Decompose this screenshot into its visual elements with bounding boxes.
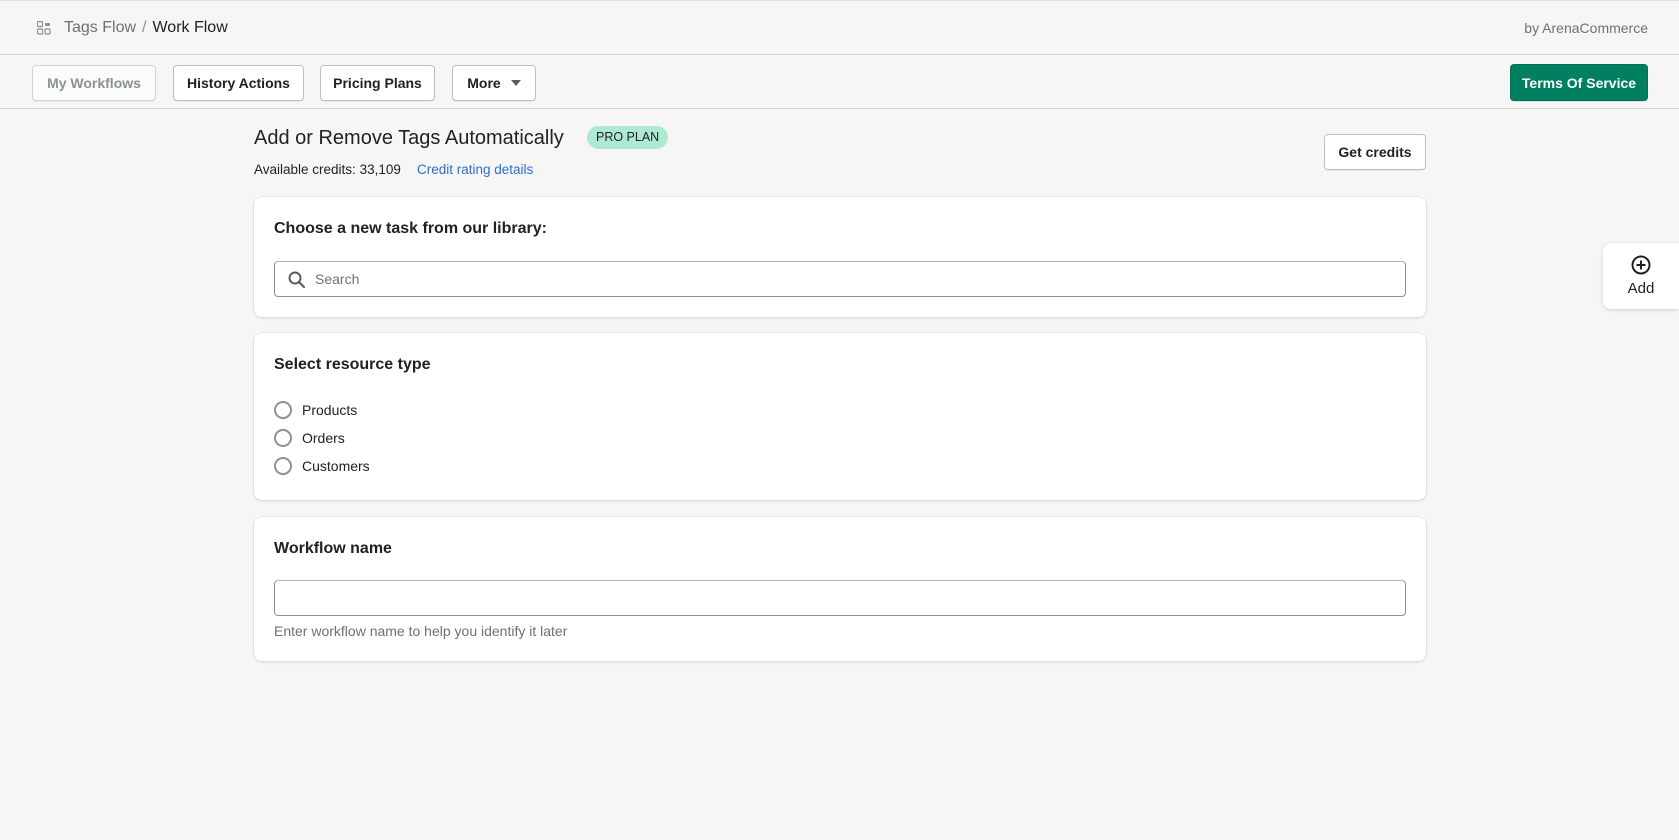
radio-circle[interactable] [274,429,292,447]
pricing-plans-button[interactable]: Pricing Plans [320,65,435,101]
radio-circle[interactable] [274,401,292,419]
resource-type-card: Select resource type Products Orders Cus… [254,333,1426,500]
workflow-name-help-text: Enter workflow name to help you identify… [274,623,568,639]
resource-type-heading: Select resource type [274,356,431,373]
page-title: Add or Remove Tags Automatically [254,127,564,149]
breadcrumb-app-link[interactable]: Tags Flow [64,18,136,38]
terms-of-service-label: Terms Of Service [1521,74,1637,91]
workflow-name-card: Workflow name Enter workflow name to hel… [254,517,1426,661]
credit-rating-details-link[interactable]: Credit rating details [417,162,533,177]
history-actions-label: History Actions [187,75,290,91]
credits-value: 33,109 [359,162,401,177]
more-label: More [467,75,501,91]
task-search-input[interactable]: Search [274,261,1406,297]
my-workflows-button[interactable]: My Workflows [32,65,156,101]
vendor-credit: by ArenaCommerce [1524,20,1648,36]
add-floating-button[interactable]: Add [1603,243,1679,309]
my-workflows-label: My Workflows [47,75,141,91]
search-placeholder: Search [315,271,360,287]
breadcrumb: Tags Flow / Work Flow [64,18,228,38]
task-library-heading: Choose a new task from our library: [274,220,547,237]
task-library-card: Choose a new task from our library: Sear… [254,197,1426,317]
pricing-plans-label: Pricing Plans [333,75,422,91]
radio-label-customers: Customers [302,458,370,474]
nav-bar: My Workflows History Actions Pricing Pla… [0,55,1679,109]
app-grid-icon [37,21,51,35]
plus-circle-icon [1631,255,1651,275]
breadcrumb-separator: / [142,19,147,36]
radio-orders[interactable]: Orders [274,428,345,448]
radio-customers[interactable]: Customers [274,456,370,476]
radio-circle[interactable] [274,457,292,475]
workflow-name-heading: Workflow name [274,540,392,557]
plan-badge: PRO PLAN [587,126,669,149]
breadcrumb-current-page: Work Flow [152,19,228,36]
credits-label: Available credits: [254,162,356,177]
radio-products[interactable]: Products [274,400,357,420]
app-header: Tags Flow / Work Flow by ArenaCommerce [0,0,1679,55]
terms-of-service-button[interactable]: Terms Of Service [1510,64,1648,101]
caret-down-icon [510,80,521,86]
radio-label-products: Products [302,402,358,418]
radio-label-orders: Orders [302,430,345,446]
history-actions-button[interactable]: History Actions [173,65,304,101]
get-credits-button[interactable]: Get credits [1324,134,1426,170]
search-icon [288,271,306,289]
get-credits-label: Get credits [1338,144,1412,160]
add-label: Add [1627,280,1655,297]
available-credits: Available credits: 33,109 [254,162,401,177]
more-dropdown-button[interactable]: More [452,65,536,101]
workflow-name-input[interactable] [274,580,1406,616]
